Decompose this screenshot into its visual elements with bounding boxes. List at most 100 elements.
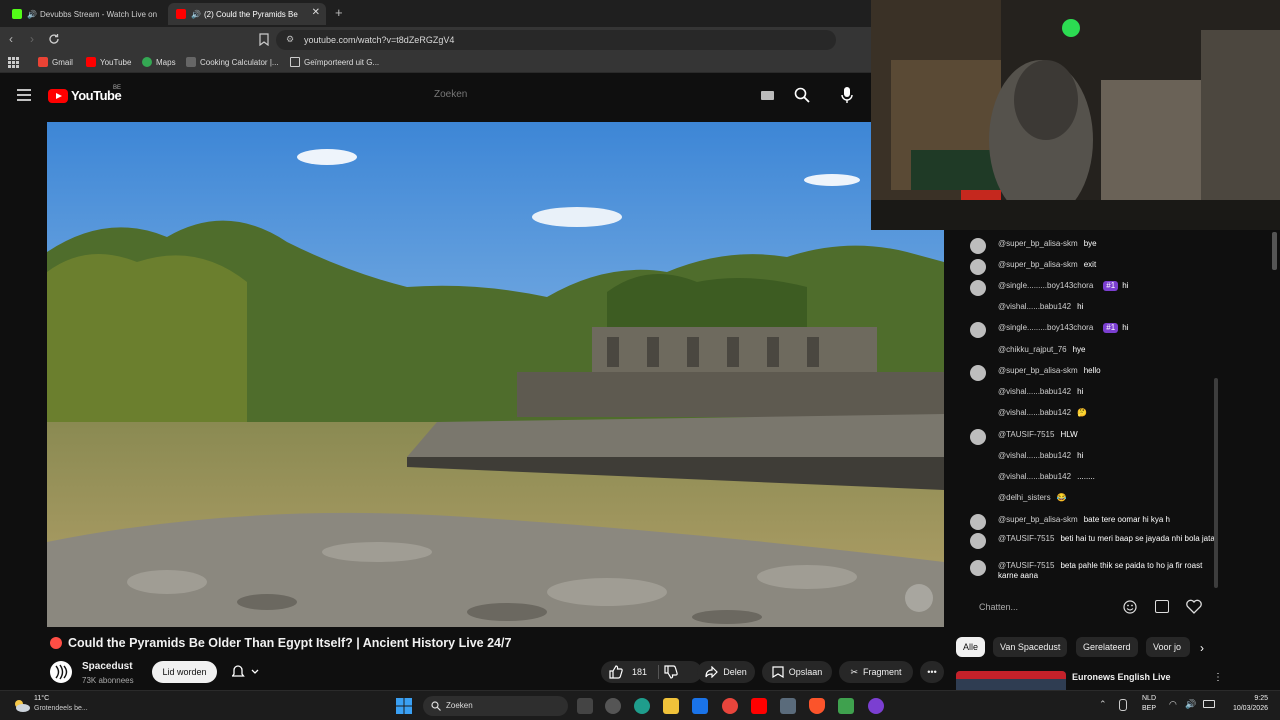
chat-avatar[interactable] <box>970 301 986 317</box>
youtube-app-icon[interactable] <box>751 698 767 714</box>
edge-browser-icon[interactable] <box>634 698 650 714</box>
chat-author[interactable]: @vishal......babu142 <box>998 387 1071 396</box>
chat-avatar[interactable] <box>970 533 986 549</box>
wifi-icon[interactable]: ◠ <box>1169 699 1177 710</box>
search-icon[interactable] <box>794 87 810 103</box>
chat-author[interactable]: @TAUSIF-7515 <box>998 561 1054 570</box>
bookmark-youtube[interactable]: YouTube <box>86 57 131 67</box>
clip-button[interactable]: ✂ Fragment <box>839 661 913 683</box>
chat-author[interactable]: @delhi_sisters <box>998 493 1051 502</box>
tray-chevron-up-icon[interactable]: ⌃ <box>1099 699 1107 710</box>
bookmark-gmail[interactable]: Gmail <box>38 57 73 67</box>
chat-input[interactable]: Chatten... <box>979 602 1018 612</box>
join-button[interactable]: Lid worden <box>152 661 217 683</box>
chat-author[interactable]: @super_bp_alisa-skm <box>998 366 1078 375</box>
chat-author[interactable]: @TAUSIF-7515 <box>998 534 1054 543</box>
chat-author[interactable]: @vishal......babu142 <box>998 472 1071 481</box>
address-bar[interactable]: ⚙ youtube.com/watch?v=t8dZeRGZgV4 <box>276 30 836 50</box>
messenger-icon[interactable] <box>868 698 884 714</box>
chat-avatar[interactable] <box>970 471 986 487</box>
save-button[interactable]: Opslaan <box>762 661 832 683</box>
chat-author[interactable]: @vishal......babu142 <box>998 451 1071 460</box>
chevron-right-icon[interactable]: › <box>1200 641 1204 655</box>
widgets-icon[interactable] <box>605 698 621 714</box>
bookmark-maps[interactable]: Maps <box>142 57 176 67</box>
dislike-button[interactable] <box>664 665 678 679</box>
chat-scrollbar[interactable] <box>1214 378 1218 588</box>
hamburger-menu-icon[interactable] <box>17 89 31 101</box>
weather-description[interactable]: Grotendeels be... <box>34 705 88 712</box>
chat-avatar[interactable] <box>970 450 986 466</box>
chat-author[interactable]: @chikku_rajput_76 <box>998 345 1067 354</box>
chat-author[interactable]: @super_bp_alisa-skm <box>998 515 1078 524</box>
clock-time[interactable]: 9:25 <box>1224 695 1268 702</box>
recommendation-menu-icon[interactable]: ⋮ <box>1213 672 1223 683</box>
tab-devubbs-stream[interactable]: 🔊 Devubbs Stream - Watch Live on <box>4 3 164 25</box>
chip-for-you[interactable]: Voor jo <box>1146 637 1190 657</box>
chat-avatar[interactable] <box>970 514 986 530</box>
weather-temperature[interactable]: 11°C <box>34 695 49 702</box>
battery-icon[interactable] <box>1203 700 1215 708</box>
chat-author[interactable]: @single.........boy143chora <box>998 281 1093 290</box>
chat-avatar[interactable] <box>970 344 986 360</box>
calculator-icon[interactable] <box>780 698 796 714</box>
super-chat-icon[interactable] <box>1155 600 1169 613</box>
chat-avatar[interactable] <box>970 280 986 296</box>
recommendation-title[interactable]: Euronews English Live <box>1072 672 1171 682</box>
chat-avatar[interactable] <box>970 560 986 576</box>
search-input[interactable]: Zoeken <box>434 89 467 100</box>
chat-author[interactable]: @vishal......babu142 <box>998 408 1071 417</box>
chat-author[interactable]: @super_bp_alisa-skm <box>998 260 1078 269</box>
forward-arrow-icon[interactable]: › <box>30 32 34 46</box>
chat-avatar[interactable] <box>970 492 986 508</box>
volume-icon[interactable]: 🔊 <box>1185 699 1196 710</box>
youtube-logo-icon[interactable] <box>48 89 68 103</box>
channel-watermark-icon[interactable] <box>905 584 933 612</box>
chat-avatar[interactable] <box>970 365 986 381</box>
task-view-icon[interactable] <box>577 698 593 714</box>
channel-name[interactable]: Spacedust <box>82 661 133 672</box>
chat-avatar[interactable] <box>970 259 986 275</box>
back-arrow-icon[interactable]: ‹ <box>9 32 13 46</box>
bookmark-star-icon[interactable] <box>259 33 269 46</box>
brave-browser-icon[interactable] <box>809 698 825 714</box>
chrome-icon[interactable] <box>722 698 738 714</box>
share-button[interactable]: Delen <box>697 661 755 683</box>
microphone-tray-icon[interactable] <box>1119 699 1127 711</box>
input-language[interactable]: NLD <box>1142 695 1156 702</box>
keyboard-icon[interactable] <box>761 91 774 100</box>
page-scrollbar-thumb[interactable] <box>1272 232 1277 270</box>
file-explorer-icon[interactable] <box>663 698 679 714</box>
apps-grid-icon[interactable] <box>8 57 19 68</box>
app-icon[interactable] <box>838 698 854 714</box>
notification-bell-button[interactable] <box>224 661 268 683</box>
heart-icon[interactable] <box>1186 599 1202 614</box>
like-button[interactable]: 181 <box>609 665 647 679</box>
chat-avatar[interactable] <box>970 322 986 338</box>
chip-related[interactable]: Gerelateerd <box>1076 637 1138 657</box>
windows-start-icon[interactable] <box>396 698 412 714</box>
chip-from-channel[interactable]: Van Spacedust <box>993 637 1068 657</box>
taskbar-search-box[interactable]: Zoeken <box>423 696 568 716</box>
chat-author[interactable]: @vishal......babu142 <box>998 302 1071 311</box>
microphone-icon[interactable] <box>841 87 853 104</box>
chat-author[interactable]: @single.........boy143chora <box>998 323 1093 332</box>
outlook-icon[interactable] <box>692 698 708 714</box>
reload-icon[interactable] <box>48 33 60 45</box>
chat-avatar[interactable] <box>970 407 986 423</box>
channel-avatar[interactable] <box>50 661 72 683</box>
site-info-icon[interactable]: ⚙ <box>286 34 294 45</box>
chat-author[interactable]: @super_bp_alisa-skm <box>998 239 1078 248</box>
more-actions-button[interactable]: ••• <box>920 661 944 683</box>
emoji-icon[interactable] <box>1123 600 1137 614</box>
new-tab-button[interactable]: + <box>335 5 343 20</box>
chat-author[interactable]: @TAUSIF-7515 <box>998 430 1054 439</box>
weather-cloud-icon[interactable] <box>12 698 30 712</box>
tab-youtube-video[interactable]: 🔊 (2) Could the Pyramids Be ✕ <box>168 3 326 25</box>
keyboard-layout[interactable]: BEP <box>1142 705 1156 712</box>
chat-avatar[interactable] <box>970 386 986 402</box>
bookmark-imported-folder[interactable]: Geïmporteerd uit G... <box>290 57 379 67</box>
video-player[interactable] <box>47 122 944 627</box>
recommendation-thumbnail[interactable] <box>956 671 1066 691</box>
chip-all[interactable]: Alle <box>956 637 986 657</box>
